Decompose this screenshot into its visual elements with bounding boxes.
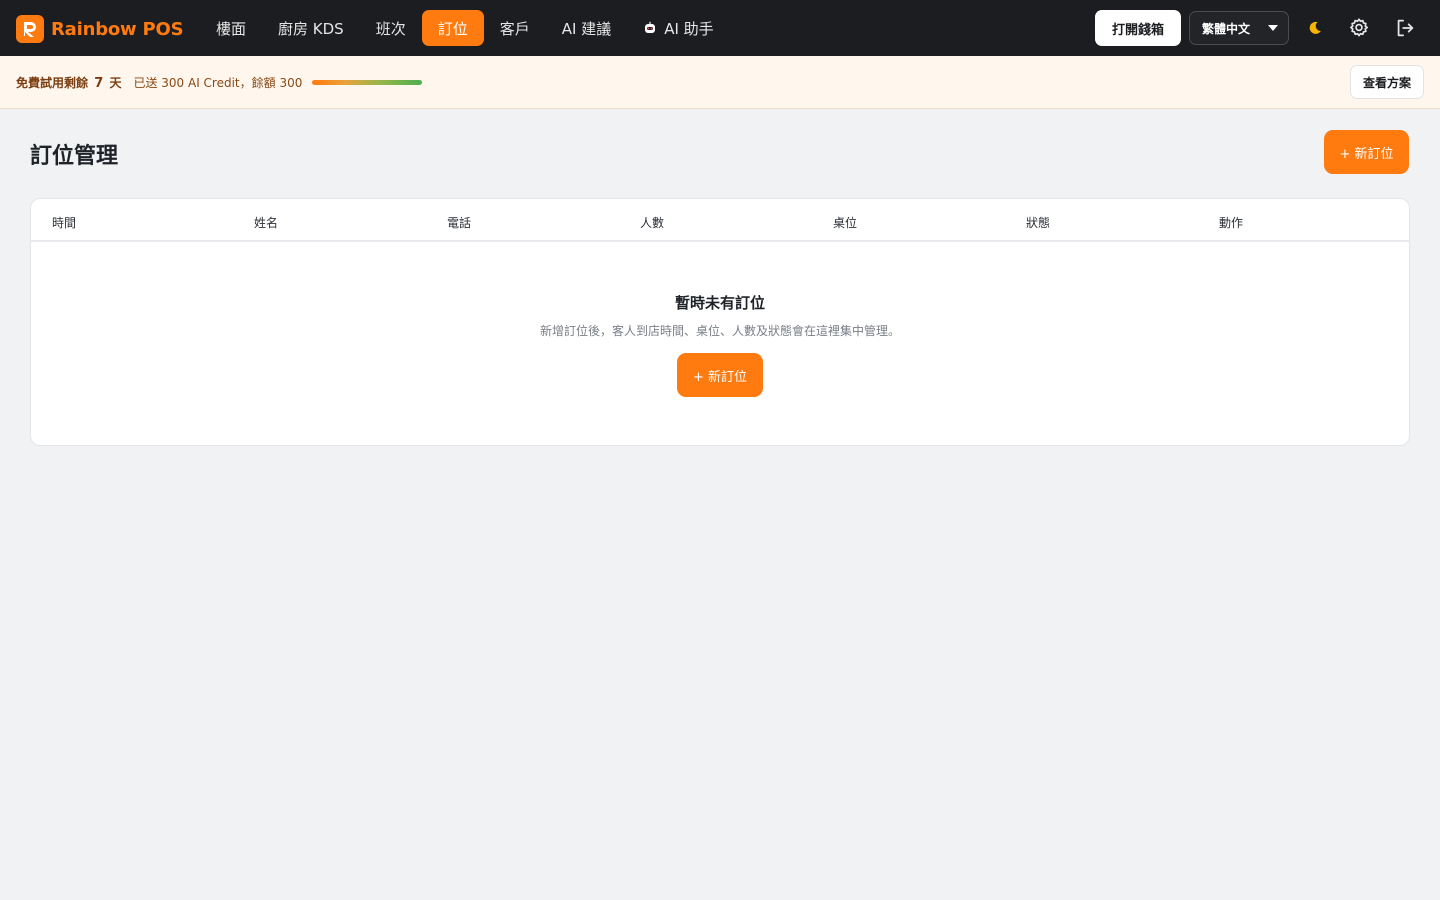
nav-item-label: AI 建議 bbox=[561, 19, 612, 38]
empty-state-description: 新增訂位後，客人到店時間、桌位、人數及狀態會在這裡集中管理。 bbox=[539, 324, 900, 338]
column-header-time: 時間 bbox=[52, 216, 77, 230]
app-name: Rainbow POS bbox=[51, 18, 184, 40]
language-select-value: 繁體中文 bbox=[1202, 21, 1251, 36]
view-plans-button[interactable]: 查看方案 bbox=[1350, 65, 1424, 99]
nav-item-floor[interactable]: 樓面 bbox=[200, 10, 262, 46]
nav-item-label: 訂位 bbox=[437, 19, 468, 38]
app-logo-icon bbox=[16, 15, 44, 43]
main-nav: 樓面 廚房 KDS 班次 訂位 客戶 AI 建議 AI 助手 bbox=[200, 10, 730, 46]
column-header-name: 姓名 bbox=[254, 216, 279, 230]
column-header-party-size: 人數 bbox=[640, 216, 665, 230]
nav-item-ai-assistant[interactable]: AI 助手 bbox=[627, 10, 729, 46]
page-title: 訂位管理 bbox=[30, 144, 119, 169]
empty-state-new-reservation-button[interactable]: + 新訂位 bbox=[677, 353, 763, 397]
ai-credit-text: 已送 300 AI Credit，餘額 300 bbox=[133, 76, 303, 90]
nav-item-customers[interactable]: 客戶 bbox=[484, 10, 546, 46]
gear-icon[interactable] bbox=[1347, 16, 1371, 40]
column-header-table: 桌位 bbox=[833, 216, 858, 230]
nav-item-label: 廚房 KDS bbox=[278, 19, 344, 38]
language-select[interactable]: 繁體中文 bbox=[1189, 11, 1289, 45]
trial-prefix: 免費試用剩餘 bbox=[16, 76, 89, 90]
nav-item-kitchen-kds[interactable]: 廚房 KDS bbox=[262, 10, 360, 46]
new-reservation-button[interactable]: + 新訂位 bbox=[1324, 130, 1409, 174]
trial-banner: 免費試用剩餘 7 天 已送 300 AI Credit，餘額 300 查看方案 bbox=[0, 56, 1440, 109]
empty-state-title: 暫時未有訂位 bbox=[674, 294, 765, 312]
chevron-down-icon bbox=[1268, 25, 1278, 31]
moon-icon[interactable] bbox=[1303, 16, 1327, 40]
table-header: 時間 姓名 電話 人數 桌位 狀態 動作 bbox=[31, 199, 1409, 242]
trial-info: 免費試用剩餘 7 天 已送 300 AI Credit，餘額 300 bbox=[16, 74, 423, 91]
open-cash-drawer-button[interactable]: 打開錢箱 bbox=[1095, 10, 1181, 46]
top-navigation-bar: Rainbow POS 樓面 廚房 KDS 班次 訂位 客戶 AI 建議 AI … bbox=[0, 0, 1440, 56]
ai-credit-progress-bar bbox=[312, 80, 423, 85]
trial-suffix: 天 bbox=[109, 76, 122, 90]
nav-item-label: 班次 bbox=[375, 19, 406, 38]
nav-item-label: 樓面 bbox=[216, 19, 247, 38]
column-header-status: 狀態 bbox=[1026, 216, 1051, 230]
nav-item-label: 客戶 bbox=[499, 19, 530, 38]
brand[interactable]: Rainbow POS bbox=[16, 14, 184, 44]
nav-item-ai-suggestions[interactable]: AI 建議 bbox=[546, 10, 627, 46]
nav-item-label: AI 助手 bbox=[664, 19, 714, 38]
reservations-table: 時間 姓名 電話 人數 桌位 狀態 動作 暫時未有訂位 新增訂位後，客人到店時間… bbox=[30, 198, 1410, 446]
robot-icon bbox=[643, 21, 657, 35]
logout-icon[interactable] bbox=[1393, 16, 1417, 40]
column-header-phone: 電話 bbox=[447, 216, 472, 230]
trial-days-count: 7 bbox=[94, 76, 104, 91]
trial-remaining: 免費試用剩餘 7 天 bbox=[16, 74, 121, 91]
nav-item-shifts[interactable]: 班次 bbox=[360, 10, 422, 46]
column-header-actions: 動作 bbox=[1219, 216, 1244, 230]
nav-item-reservations[interactable]: 訂位 bbox=[421, 10, 484, 46]
